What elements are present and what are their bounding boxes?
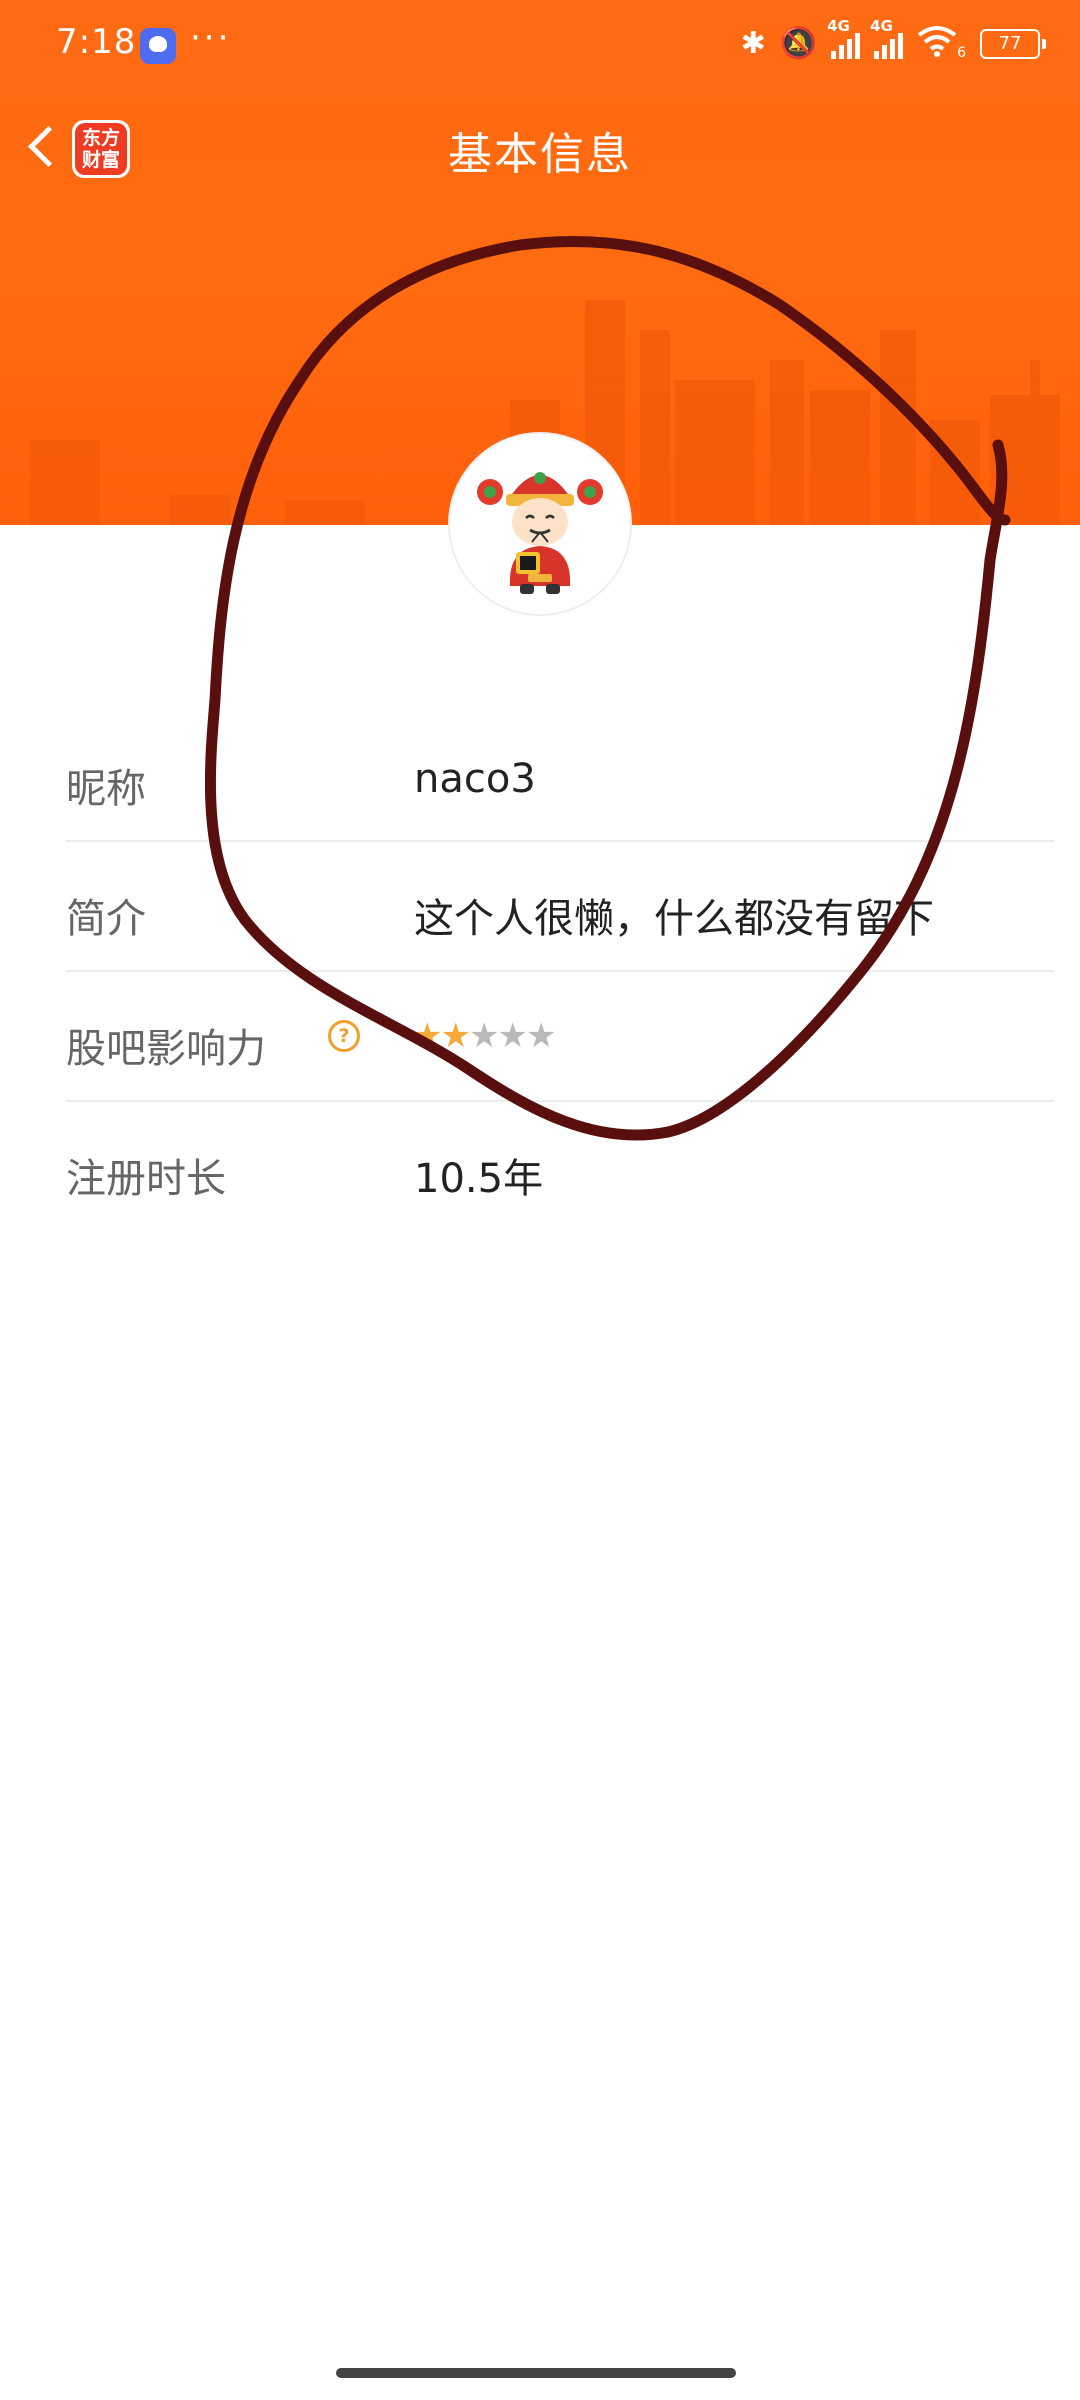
page-title: 基本信息	[448, 129, 632, 180]
user-avatar[interactable]	[448, 432, 632, 616]
influence-rating-stars: ★★★★★	[412, 1016, 557, 1056]
nickname-row: 昵称 naco3	[66, 712, 1054, 842]
bluetooth-icon: ✱	[740, 26, 766, 61]
status-bar: 7:18 ··· ✱ 🔕 4G 4G 6 77	[0, 0, 1080, 92]
battery-icon: 77	[980, 29, 1046, 59]
home-indicator[interactable]	[336, 2368, 736, 2378]
bio-label: 简介	[66, 896, 146, 942]
influence-row: 股吧影响力 ? ★★★★★	[66, 972, 1054, 1102]
star-icon: ★	[497, 1016, 528, 1056]
wifi-icon	[917, 25, 957, 63]
more-notifications-icon: ···	[190, 18, 232, 58]
registration-duration-label: 注册时长	[66, 1156, 226, 1202]
status-time: 7:18	[56, 22, 137, 62]
nickname-value: naco3	[414, 756, 536, 802]
signal-icon: 4G	[870, 17, 904, 59]
wifi-suffix: 6	[957, 45, 966, 61]
star-icon: ★	[525, 1016, 557, 1056]
app-notification-icon	[140, 28, 176, 64]
fortune-god-avatar-icon	[477, 472, 603, 594]
mute-icon: 🔕	[779, 26, 818, 61]
profile-info-list: 昵称 naco3 简介 这个人很懒，什么都没有留下 股吧影响力 ? ★★★★★ …	[66, 712, 1054, 1232]
bio-value: 这个人很懒，什么都没有留下	[414, 896, 934, 942]
question-circle-icon[interactable]: ?	[328, 1020, 360, 1052]
nickname-label: 昵称	[66, 766, 146, 812]
star-icon: ★	[468, 1016, 500, 1056]
registration-duration-row: 注册时长 10.5年	[66, 1102, 1054, 1232]
influence-label: 股吧影响力	[66, 1026, 266, 1072]
bio-row: 简介 这个人很懒，什么都没有留下	[66, 842, 1054, 972]
signal-icon: 4G	[827, 17, 861, 59]
registration-duration-value: 10.5年	[414, 1156, 544, 1202]
star-icon: ★	[440, 1016, 471, 1056]
star-icon: ★	[412, 1016, 443, 1056]
